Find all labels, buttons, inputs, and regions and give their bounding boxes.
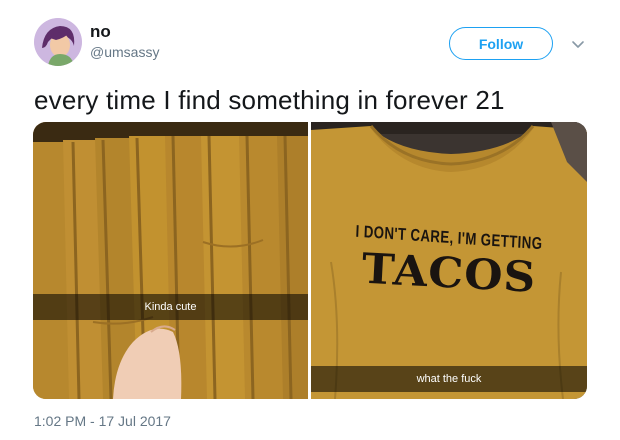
avatar[interactable] [34, 18, 82, 66]
caption-left-text: Kinda cute [144, 301, 197, 313]
follow-button[interactable]: Follow [449, 27, 553, 60]
tweet-text: every time I find something in forever 2… [34, 85, 505, 115]
tweet-card: no @umsassy Follow every time I find som… [0, 0, 620, 440]
tweet-photo-shirt[interactable]: I DON'T CARE, I'M GETTING TACOS what the… [311, 122, 587, 399]
tweet-photo-rack[interactable]: Kinda cute [33, 122, 308, 399]
snap-caption-left: Kinda cute [33, 294, 308, 320]
user-handle[interactable]: @umsassy [90, 44, 159, 60]
display-name[interactable]: no [90, 22, 111, 42]
snap-caption-right: what the fuck [311, 366, 587, 392]
tweet-timestamp[interactable]: 1:02 PM - 17 Jul 2017 [34, 413, 171, 429]
caption-right-text: what the fuck [416, 373, 482, 385]
chevron-down-icon[interactable] [570, 36, 586, 52]
